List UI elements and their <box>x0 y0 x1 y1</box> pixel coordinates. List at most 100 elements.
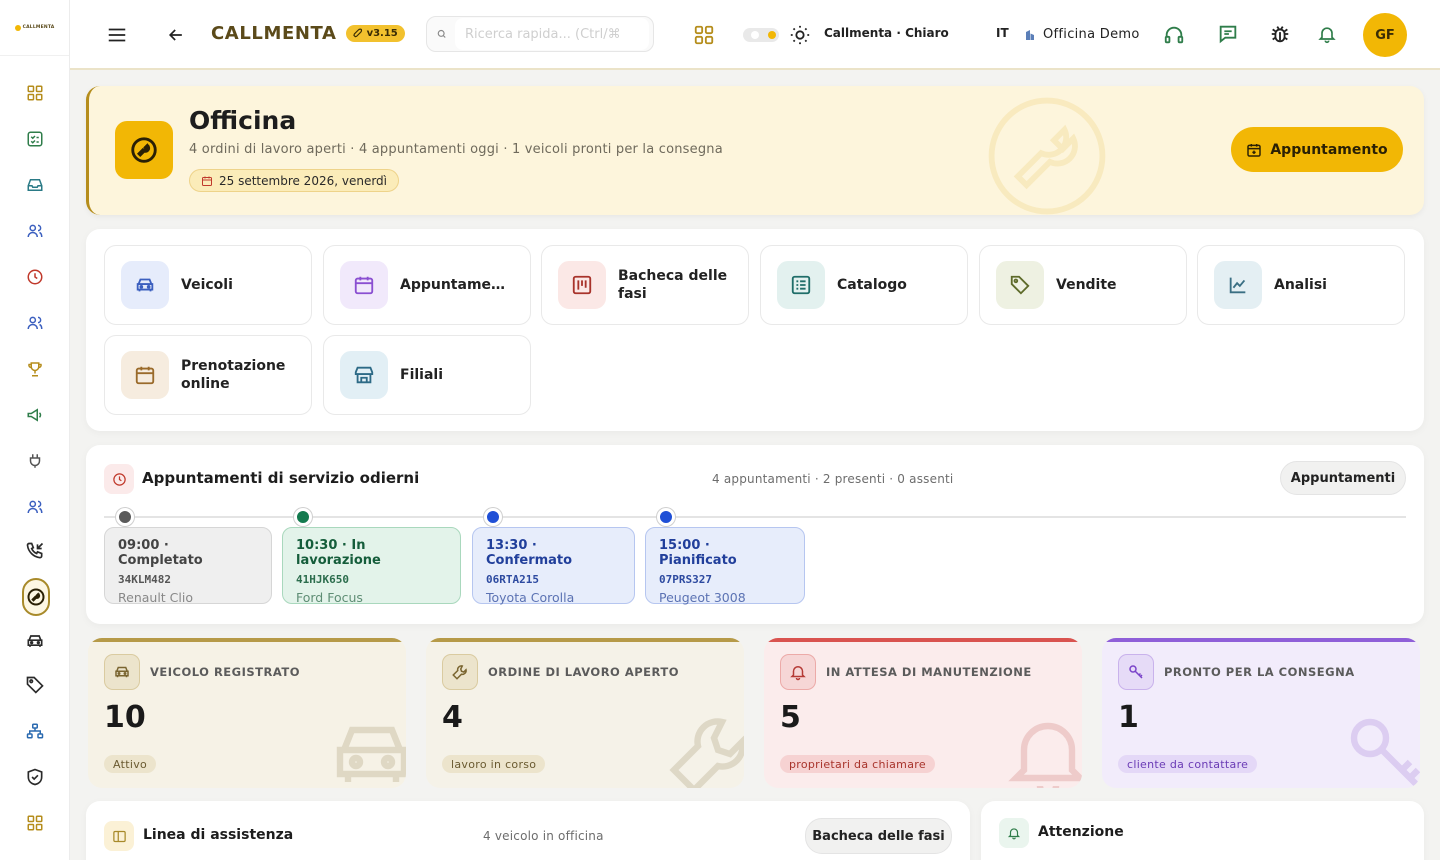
sidebar-item-security[interactable] <box>20 762 50 792</box>
catalog-icon <box>791 275 811 295</box>
stat-badge: Attivo <box>104 755 157 773</box>
version-badge: v3.15 <box>345 25 405 42</box>
appointments-button[interactable]: Appuntamenti <box>1280 461 1406 495</box>
appointments-panel: Appuntamenti di servizio odierni 4 appun… <box>86 445 1424 624</box>
stat-watermark <box>324 706 406 788</box>
stat-watermark <box>662 706 744 788</box>
theme-label[interactable]: Callmenta · Chiaro <box>824 26 949 40</box>
module-icon <box>777 261 825 309</box>
stat-card[interactable]: IN ATTESA DI MANUTENZIONE 5 proprietari … <box>764 638 1082 788</box>
version-text: v3.15 <box>366 28 398 39</box>
sidebar-item-campaigns[interactable] <box>20 400 50 430</box>
sidebar-item-apps[interactable] <box>20 808 50 838</box>
appointment-card[interactable]: 10:30 · In lavorazione 41HJK650 Ford Foc… <box>282 527 461 605</box>
appointment-card[interactable]: 09:00 · Completato 34KLM482 Renault Clio <box>104 527 272 605</box>
module-icon <box>121 351 169 399</box>
messages-button[interactable] <box>1217 23 1239 45</box>
bug-report-button[interactable] <box>1269 23 1291 45</box>
appointment-card[interactable]: 15:00 · Pianificato 07PRS327 Peugeot 300… <box>645 527 805 605</box>
sidebar-item-calls[interactable] <box>20 536 50 566</box>
module-label: Prenotazione online <box>181 358 286 392</box>
module-tile-veicoli[interactable]: Veicoli <box>104 245 312 325</box>
stat-icon <box>442 654 478 690</box>
sidebar-item-staff[interactable] <box>20 492 50 522</box>
appointment-plate: 06RTA215 <box>486 573 539 586</box>
appointment-vehicle: Renault Clio <box>118 590 193 605</box>
tag-icon <box>1010 275 1030 295</box>
hierarchy-icon <box>26 723 44 739</box>
back-button[interactable] <box>166 25 186 45</box>
workspace-selector[interactable]: Officina Demo <box>1024 27 1140 42</box>
support-button[interactable] <box>1163 24 1185 46</box>
appointments-title: Appuntamenti di servizio odierni <box>142 469 420 487</box>
service-line-summary: 4 veicolo in officina <box>483 829 604 843</box>
module-tile-analisi[interactable]: Analisi <box>1197 245 1405 325</box>
users-icon <box>27 224 43 238</box>
sidebar-item-team[interactable] <box>20 308 50 338</box>
brand-name: CALLMENTA <box>211 23 337 44</box>
page-summary: 4 ordini di lavoro aperti · 4 appuntamen… <box>189 142 723 157</box>
sidebar-item-integrations[interactable] <box>20 446 50 476</box>
sidebar-item-tasks[interactable] <box>20 124 50 154</box>
module-tile-appuntame[interactable]: Appuntame… <box>323 245 531 325</box>
stat-label: ORDINE DI LAVORO APERTO <box>488 665 679 679</box>
modules-panel: Veicoli Appuntame… Bacheca delle fasi Ca… <box>86 229 1424 431</box>
rocket-icon <box>352 28 362 38</box>
language-selector[interactable]: IT <box>996 26 1009 40</box>
new-appointment-button[interactable]: Appuntamento <box>1231 127 1403 172</box>
phone-incoming-icon <box>26 542 44 559</box>
module-icon <box>340 261 388 309</box>
search-input[interactable] <box>455 18 649 50</box>
wrench-icon <box>669 718 744 788</box>
menu-button[interactable] <box>106 24 128 46</box>
notifications-button[interactable] <box>1317 24 1337 44</box>
stat-card[interactable]: ORDINE DI LAVORO APERTO 4 lavoro in cors… <box>426 638 744 788</box>
appointment-card[interactable]: 13:30 · Confermato 06RTA215 Toyota Corol… <box>472 527 635 605</box>
sidebar-item-sales[interactable] <box>20 670 50 700</box>
theme-toggle[interactable] <box>743 28 779 42</box>
stat-card[interactable]: VEICOLO REGISTRATO 10 Attivo <box>88 638 406 788</box>
page-header: Officina 4 ordini di lavoro aperti · 4 a… <box>86 86 1424 215</box>
sidebar-item-vehicles[interactable] <box>20 626 50 656</box>
sidebar-item-history[interactable] <box>20 262 50 292</box>
calendar-icon <box>354 276 374 295</box>
arrow-left-icon <box>168 29 182 41</box>
page-title: Officina <box>189 106 297 135</box>
appointment-time-status: 13:30 · Confermato <box>486 538 573 568</box>
car-icon <box>336 726 406 782</box>
module-tile-vendite[interactable]: Vendite <box>979 245 1187 325</box>
stat-icon <box>780 654 816 690</box>
sidebar-item-structure[interactable] <box>20 716 50 746</box>
shield-check-icon <box>27 768 43 786</box>
date-text: 25 settembre 2026, venerdì <box>219 173 387 188</box>
megaphone-icon <box>27 408 42 422</box>
sidebar-item-rewards[interactable] <box>20 354 50 384</box>
hamburger-icon <box>108 28 126 42</box>
apps-button[interactable] <box>693 24 715 46</box>
module-tile-bacheca-delle-fasi[interactable]: Bacheca delle fasi <box>541 245 749 325</box>
sidebar-item-workshop[interactable] <box>22 578 50 616</box>
sidebar-item-dashboard[interactable] <box>20 78 50 108</box>
workshop-icon <box>115 121 173 179</box>
headset-icon <box>1164 26 1184 44</box>
columns-icon <box>104 821 134 851</box>
service-line-panel: Linea di assistenza 4 veicolo in officin… <box>86 801 970 860</box>
app-logo[interactable]: CALLMENTA <box>0 0 69 56</box>
clock-icon <box>27 269 43 285</box>
key-icon <box>1129 665 1143 679</box>
module-tile-catalogo[interactable]: Catalogo <box>760 245 968 325</box>
appointments-summary: 4 appuntamenti · 2 presenti · 0 assenti <box>712 472 954 486</box>
appointment-time-status: 15:00 · Pianificato <box>659 538 737 568</box>
user-avatar[interactable]: GF <box>1363 13 1407 57</box>
stat-card[interactable]: PRONTO PER LA CONSEGNA 1 cliente da cont… <box>1102 638 1420 788</box>
stat-label: PRONTO PER LA CONSEGNA <box>1164 665 1355 679</box>
stat-accent-bar <box>1102 638 1420 642</box>
phase-board-button[interactable]: Bacheca delle fasi <box>805 818 952 854</box>
sidebar-item-contacts[interactable] <box>20 216 50 246</box>
module-tile-filiali[interactable]: Filiali <box>323 335 531 415</box>
stat-badge: lavoro in corso <box>442 755 546 773</box>
sidebar-item-inbox[interactable] <box>20 170 50 200</box>
wrench-icon <box>452 665 467 680</box>
appointment-vehicle: Toyota Corolla <box>486 590 575 605</box>
module-tile-prenotazione-online[interactable]: Prenotazione online <box>104 335 312 415</box>
